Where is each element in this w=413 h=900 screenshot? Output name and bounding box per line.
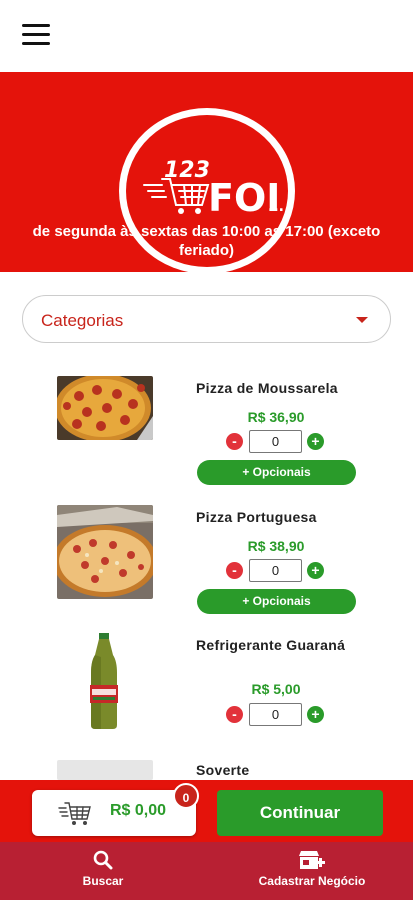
product-image [57,505,153,599]
quantity-input[interactable]: 0 [249,430,302,453]
nav-item-search[interactable]: Buscar [73,850,133,888]
product-image [57,633,153,731]
increase-quantity-button[interactable]: + [307,706,324,723]
increase-quantity-button[interactable]: + [307,562,324,579]
product-item: Pizza Portuguesa R$ 38,90 - 0 + + Opcion… [0,505,413,633]
category-select-label: Categorias [41,311,124,330]
nav-item-register-business[interactable]: Cadastrar Negócio [250,850,374,888]
top-bar [0,0,413,72]
nav-item-label: Buscar [82,874,124,888]
continue-button[interactable]: Continuar [217,790,383,836]
product-name: Soverte [196,762,250,778]
product-item: Refrigerante Guaraná R$ 5,00 - 0 + [0,633,413,761]
search-icon [93,850,113,870]
cart-count-badge: 0 [173,783,199,809]
add-business-icon [299,851,325,869]
product-item: Soverte [0,758,413,780]
caret-down-icon [356,317,368,323]
hamburger-menu-icon[interactable] [22,24,50,46]
options-button[interactable]: + Opcionais [197,460,356,485]
product-image [57,760,153,780]
product-price: R$ 5,00 [251,681,301,697]
svg-text:123: 123 [164,158,210,183]
product-price: R$ 38,90 [247,538,305,554]
nav-item-label: Cadastrar Negócio [258,874,366,888]
product-item: Pizza de Moussarela R$ 36,90 - 0 + + Opc… [0,376,413,504]
increase-quantity-button[interactable]: + [307,433,324,450]
quantity-stepper: - 0 + [226,559,328,582]
cart-total: R$ 0,00 [110,802,167,819]
decrease-quantity-button[interactable]: - [226,706,243,723]
store-banner: 123 FOI ... de segunda às sextas das 10:… [0,72,413,274]
quantity-stepper: - 0 + [226,430,328,453]
options-button[interactable]: + Opcionais [197,589,356,614]
checkout-bar: R$ 0,00 0 Continuar [0,780,413,842]
svg-text:...: ... [268,199,284,215]
quantity-input[interactable]: 0 [249,703,302,726]
product-image [57,376,153,440]
decrease-quantity-button[interactable]: - [226,562,243,579]
product-name: Pizza Portuguesa [196,509,317,525]
product-price: R$ 36,90 [247,409,305,425]
bottom-navigation: Buscar Cadastrar Negócio [0,842,413,900]
opening-hours: de segunda às sextas das 10:00 as 17:00 … [32,223,381,259]
quantity-input[interactable]: 0 [249,559,302,582]
shopping-cart-icon [58,802,91,825]
decrease-quantity-button[interactable]: - [226,433,243,450]
category-select[interactable]: Categorias [22,295,391,343]
cart-summary[interactable]: R$ 0,00 0 [32,783,199,836]
product-name: Refrigerante Guaraná [196,637,346,653]
product-name: Pizza de Moussarela [196,380,338,396]
quantity-stepper: - 0 + [226,703,328,726]
